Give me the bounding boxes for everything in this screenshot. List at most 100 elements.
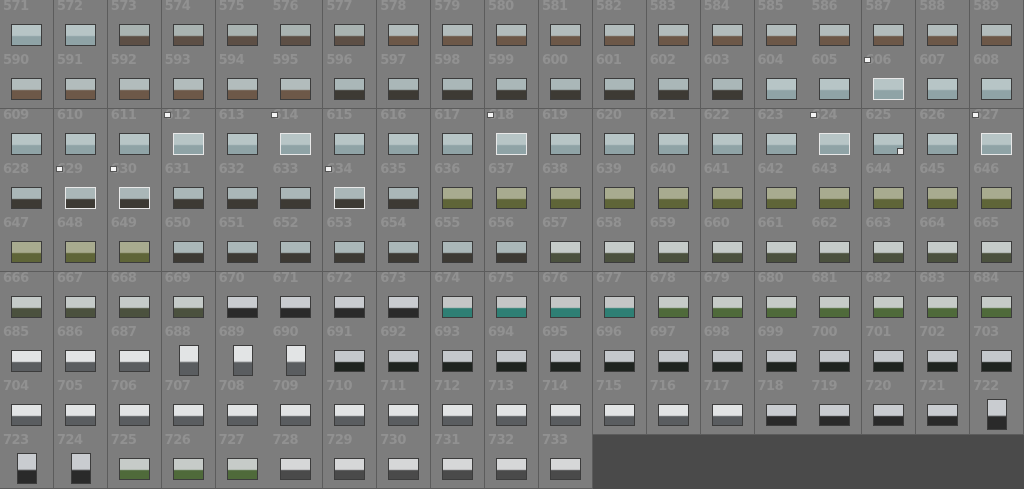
photo-thumbnail[interactable] [172,24,204,46]
photo-thumbnail[interactable] [334,295,366,318]
grid-cell[interactable]: 684 [970,271,1024,327]
photo-thumbnail[interactable] [226,458,258,481]
grid-cell[interactable]: 596 [323,54,378,110]
grid-cell[interactable]: 571 [0,0,54,55]
grid-cell[interactable]: 612 [161,108,216,164]
photo-thumbnail[interactable] [711,404,743,427]
photo-thumbnail[interactable] [765,78,797,101]
grid-cell[interactable]: 645 [916,162,971,218]
grid-cell[interactable]: 729 [323,434,378,489]
photo-thumbnail[interactable] [64,404,96,427]
photo-thumbnail[interactable] [981,295,1013,318]
photo-thumbnail[interactable] [819,241,851,264]
photo-thumbnail[interactable] [280,186,312,209]
photo-thumbnail[interactable] [64,132,96,155]
photo-thumbnail[interactable] [765,132,797,155]
grid-cell[interactable]: 682 [862,271,917,327]
grid-cell[interactable]: 686 [53,325,108,381]
flag-icon[interactable] [487,111,495,118]
photo-thumbnail[interactable] [657,241,689,264]
grid-cell[interactable]: 710 [323,380,378,436]
photo-thumbnail[interactable] [118,404,150,427]
grid-cell[interactable]: 720 [862,380,917,436]
photo-thumbnail[interactable] [927,349,959,372]
photo-thumbnail[interactable] [442,349,474,372]
grid-cell[interactable]: 598 [431,54,486,110]
grid-cell[interactable]: 702 [916,325,971,381]
photo-thumbnail[interactable] [765,24,797,46]
photo-thumbnail[interactable] [927,186,959,209]
photo-thumbnail[interactable] [280,24,312,46]
photo-thumbnail[interactable] [657,404,689,427]
flag-icon[interactable] [864,57,872,64]
grid-cell[interactable]: 613 [215,108,270,164]
photo-thumbnail[interactable] [981,186,1013,209]
grid-cell[interactable]: 706 [107,380,162,436]
photo-thumbnail[interactable] [981,78,1013,101]
grid-cell[interactable]: 692 [377,325,432,381]
grid-cell[interactable]: 695 [538,325,593,381]
flag-icon[interactable] [972,111,980,118]
photo-thumbnail[interactable] [64,186,96,209]
photo-thumbnail[interactable] [442,404,474,427]
grid-cell[interactable]: 659 [646,217,701,273]
grid-cell[interactable]: 649 [107,217,162,273]
grid-cell[interactable]: 637 [485,162,540,218]
grid-cell[interactable]: 688 [161,325,216,381]
photo-thumbnail[interactable] [873,186,905,209]
photo-thumbnail[interactable] [118,24,150,46]
grid-cell[interactable]: 617 [431,108,486,164]
photo-thumbnail[interactable] [819,132,851,155]
flag-icon[interactable] [271,111,279,118]
photo-thumbnail[interactable] [334,404,366,427]
grid-cell[interactable]: 573 [107,0,162,55]
photo-thumbnail[interactable] [549,24,581,46]
photo-thumbnail[interactable] [496,24,528,46]
photo-thumbnail[interactable] [927,78,959,101]
photo-thumbnail[interactable] [334,132,366,155]
photo-thumbnail[interactable] [496,404,528,427]
photo-thumbnail[interactable] [226,186,258,209]
photo-thumbnail[interactable] [873,349,905,372]
photo-thumbnail[interactable] [388,241,420,264]
grid-cell[interactable]: 577 [323,0,378,55]
grid-cell[interactable]: 583 [646,0,701,55]
photo-thumbnail[interactable] [17,453,37,485]
grid-cell[interactable]: 678 [646,271,701,327]
grid-cell[interactable]: 629 [53,162,108,218]
photo-thumbnail[interactable] [226,78,258,101]
photo-thumbnail[interactable] [603,241,635,264]
photo-thumbnail[interactable] [873,404,905,427]
grid-cell[interactable]: 604 [754,54,809,110]
grid-cell[interactable]: 725 [107,434,162,489]
grid-cell[interactable]: 608 [970,54,1024,110]
photo-thumbnail[interactable] [280,458,312,481]
photo-thumbnail[interactable] [442,186,474,209]
photo-thumbnail[interactable] [657,186,689,209]
photo-thumbnail[interactable] [334,349,366,372]
grid-cell[interactable]: 670 [215,271,270,327]
photo-thumbnail[interactable] [657,349,689,372]
photo-thumbnail[interactable] [172,132,204,155]
photo-thumbnail[interactable] [819,295,851,318]
grid-cell[interactable]: 672 [323,271,378,327]
grid-cell[interactable]: 642 [754,162,809,218]
photo-thumbnail[interactable] [442,295,474,318]
photo-thumbnail[interactable] [70,453,91,485]
photo-thumbnail[interactable] [496,295,528,318]
grid-cell[interactable]: 621 [646,108,701,164]
grid-cell[interactable]: 595 [269,54,324,110]
grid-cell[interactable]: 657 [538,217,593,273]
photo-thumbnail[interactable] [11,404,42,427]
grid-cell[interactable]: 732 [485,434,540,489]
photo-thumbnail[interactable] [334,24,366,46]
photo-thumbnail[interactable] [280,295,312,318]
grid-cell[interactable]: 724 [53,434,108,489]
flag-icon[interactable] [109,165,117,172]
photo-thumbnail[interactable] [496,78,528,101]
photo-thumbnail[interactable] [603,349,635,372]
grid-cell[interactable]: 708 [215,380,270,436]
grid-cell[interactable]: 728 [269,434,324,489]
grid-cell[interactable]: 681 [808,271,863,327]
photo-thumbnail[interactable] [711,241,743,264]
